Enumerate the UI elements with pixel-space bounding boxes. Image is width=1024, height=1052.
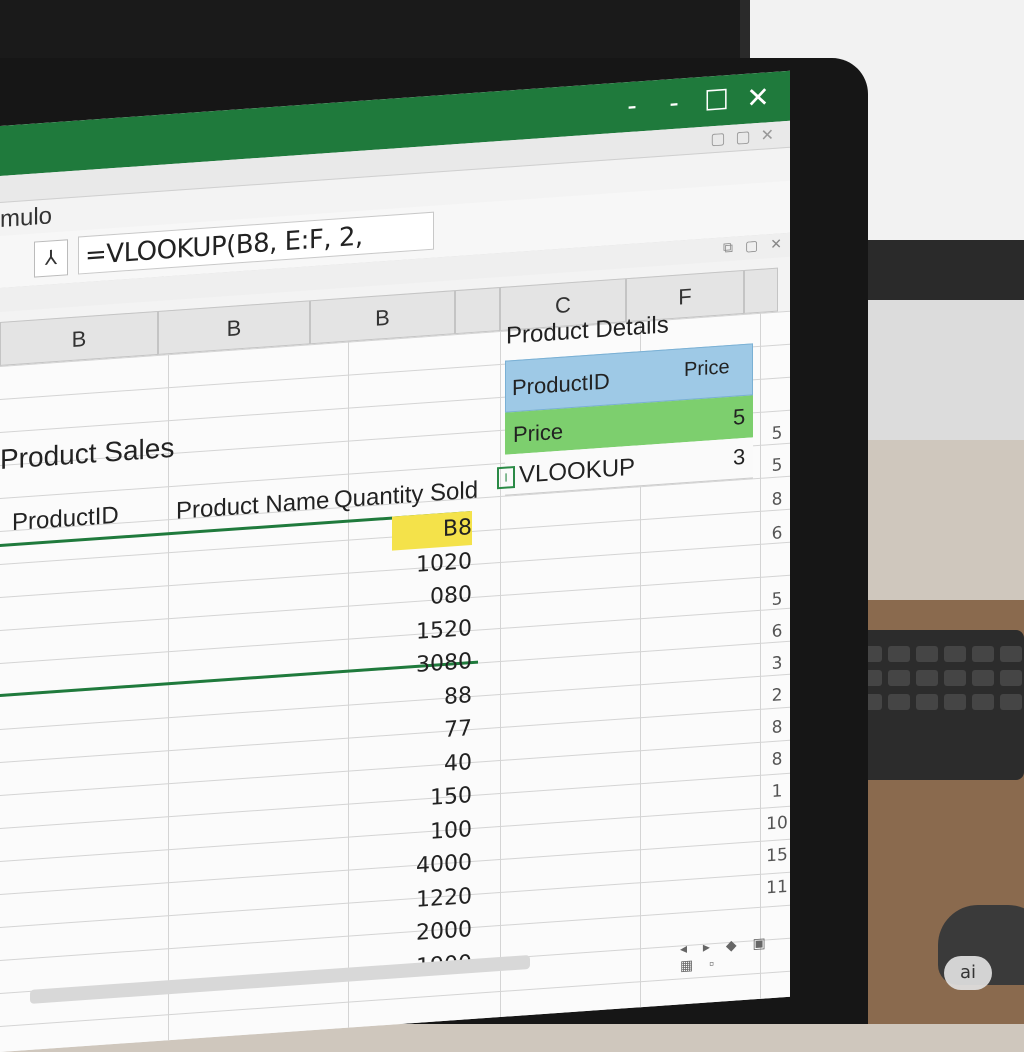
row-number[interactable]: 3 [766, 653, 788, 675]
window-icon[interactable]: ▢ [735, 127, 750, 148]
square-icon[interactable]: ▢ [745, 237, 758, 255]
grid-column-line [760, 312, 761, 1003]
grid-column-line [348, 341, 349, 1032]
row-number[interactable]: 5 [766, 455, 788, 477]
row-number[interactable]: 6 [766, 523, 788, 545]
price-value: 5 [733, 403, 746, 430]
close-icon[interactable]: ✕ [746, 80, 770, 115]
close-sheet-icon[interactable]: ✕ [770, 235, 782, 253]
vlookup-value: 3 [733, 443, 746, 470]
row-number[interactable]: 8 [766, 489, 788, 511]
row-number[interactable]: 15 [766, 845, 788, 867]
row-number[interactable]: 2 [766, 685, 788, 707]
close-workbook-icon[interactable]: ✕ [761, 125, 774, 146]
app-title: mulo [0, 202, 53, 233]
row-number[interactable]: 6 [766, 621, 788, 643]
row-number[interactable]: 5 [766, 423, 788, 445]
row-number[interactable]: 10 [766, 813, 788, 835]
grid-column-line [500, 330, 501, 1022]
background-keyboard [850, 630, 1024, 780]
maximize-icon[interactable]: ☐ [704, 83, 729, 118]
row-number[interactable]: 8 [766, 749, 788, 771]
details-header-productid: ProductID [512, 368, 610, 401]
cell-marker-icon: I [497, 465, 515, 490]
row-number[interactable]: 11 [766, 877, 788, 899]
row-number[interactable]: 8 [766, 717, 788, 739]
details-header-price: Price [684, 355, 730, 382]
vlookup-label: VLOOKUP [519, 453, 636, 489]
row-number[interactable]: 1 [766, 781, 788, 803]
copy-icon[interactable]: ⧉ [723, 239, 733, 257]
ai-badge: ai [944, 956, 992, 990]
price-label: Price [513, 418, 564, 448]
restore-icon[interactable]: ▢ [710, 128, 725, 149]
spreadsheet-window: - - ☐ ✕ ▢ ▢ ✕ mulo ⅄ =VLOOKUP(B8, E:F, 2… [0, 70, 790, 1052]
column-header-blank[interactable] [744, 267, 778, 314]
row-number[interactable]: 5 [766, 589, 788, 611]
window-controls: - - ☐ ✕ [620, 80, 770, 123]
column-header-blank[interactable] [455, 287, 500, 335]
function-icon[interactable]: ⅄ [34, 239, 68, 278]
minimize-icon[interactable]: - [620, 89, 644, 124]
minimize-icon-2[interactable]: - [662, 86, 686, 121]
